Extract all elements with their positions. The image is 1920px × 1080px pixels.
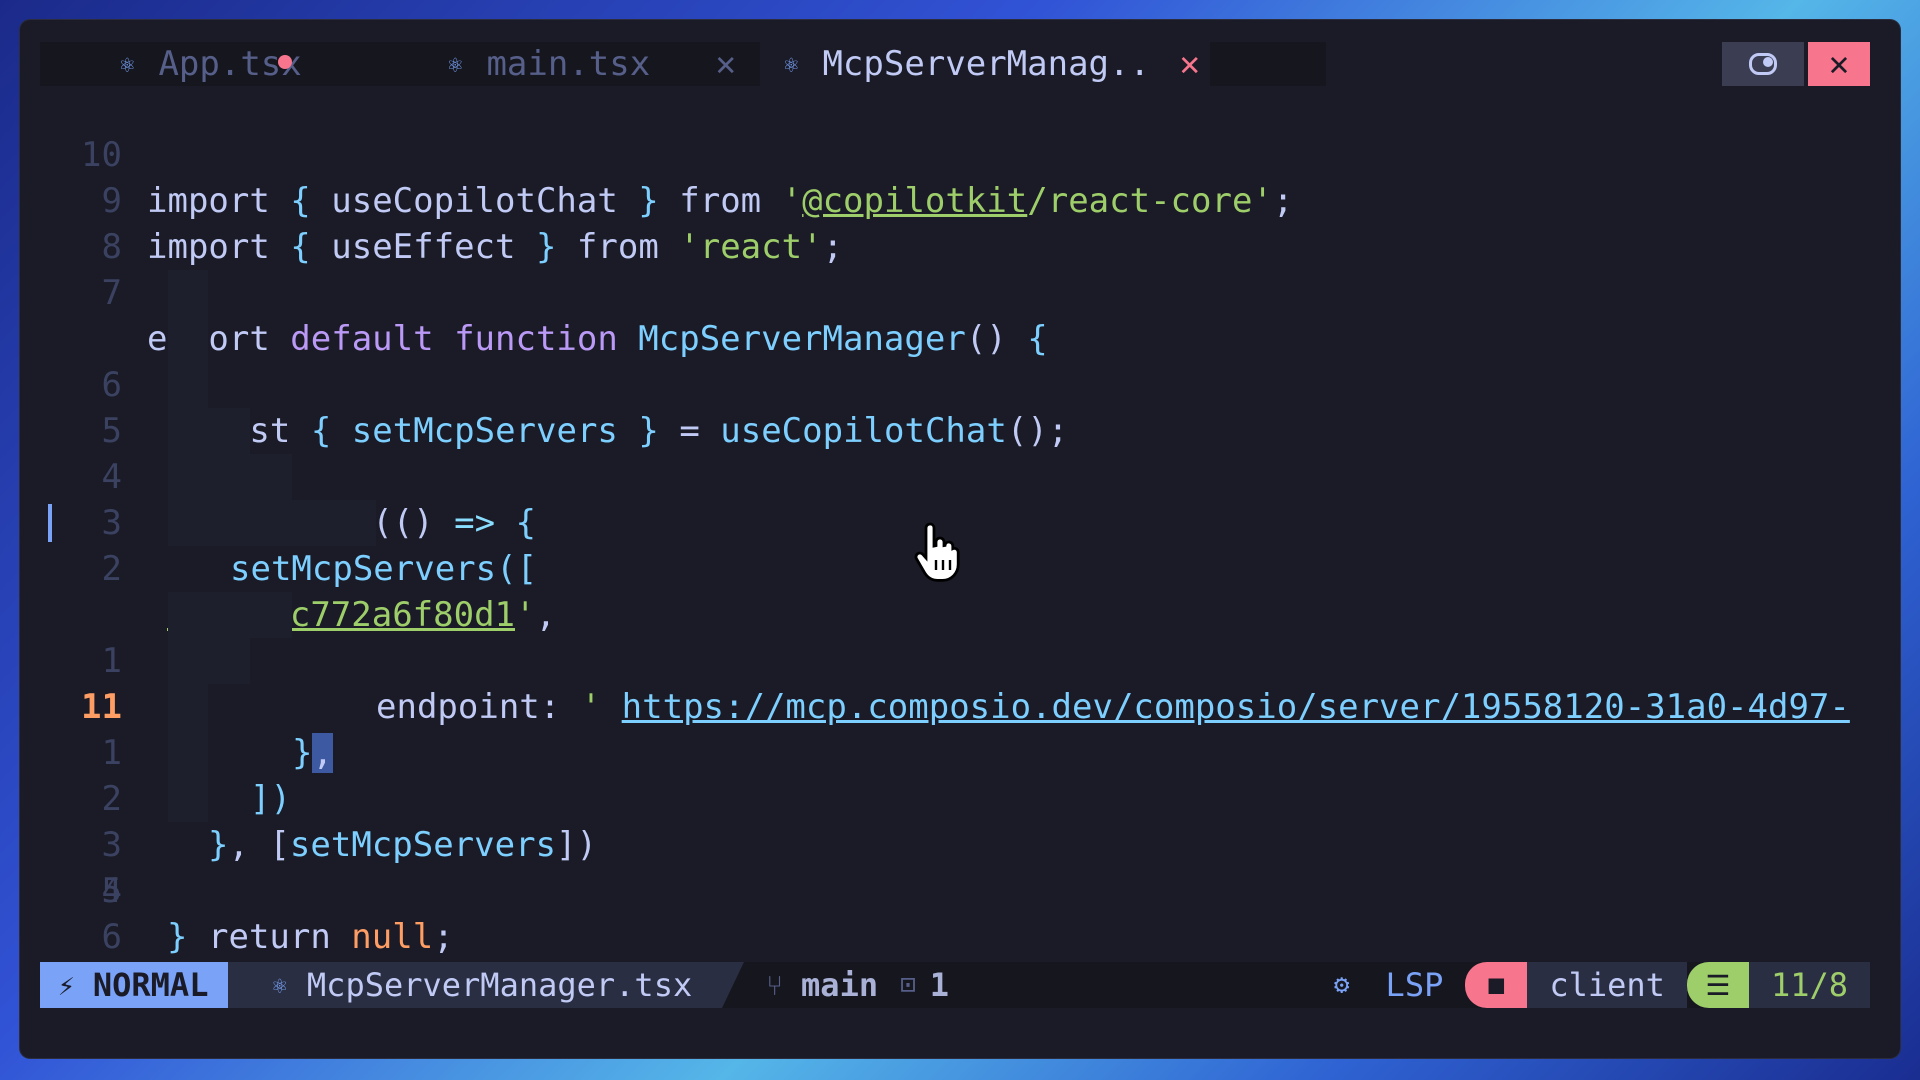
gear-icon: ⚙ — [1333, 970, 1350, 1000]
status-bar: ⚡ NORMAL ⚛ McpServerManager.tsx ⑂ main ⊡… — [40, 962, 1870, 1008]
git-branch[interactable]: ⑂ main ⊡ 1 — [722, 966, 949, 1004]
toggle-button[interactable] — [1722, 42, 1804, 86]
code-line: 3 setMcpServers([ — [20, 408, 1900, 589]
toggle-icon — [1749, 53, 1777, 75]
workspace-name: client — [1527, 962, 1687, 1008]
code-line: 4 useEffect(() => { — [20, 362, 1900, 543]
tab-main-tsx[interactable]: ⚛ main.tsx ✕ — [400, 42, 760, 86]
code-line: 9 import { useEffect } from 'react'; — [20, 132, 1900, 267]
code-line: 2 }, [setMcpServers]) — [20, 684, 1900, 865]
tab-mcpservermanager[interactable]: ⚛ McpServerManag.. ✕ — [760, 42, 1210, 86]
vim-mode-indicator: ⚡ NORMAL — [40, 962, 251, 1008]
react-icon: ⚛ — [120, 50, 135, 78]
tab-label: McpServerManag.. — [822, 44, 1150, 84]
tab-label: main.tsx — [486, 44, 651, 84]
tab-app-tsx[interactable]: ⚛ App.tsx — [40, 42, 400, 86]
git-branch-icon: ⑂ — [766, 968, 784, 1002]
code-line: 7 export default function McpServerManag… — [20, 224, 1900, 359]
lines-icon: ☰ — [1686, 962, 1749, 1008]
git-change-marker — [48, 504, 52, 542]
code-line: 5 } — [20, 822, 1900, 957]
code-line: 4 return null; — [20, 776, 1900, 957]
code-line: 1 ]) — [20, 638, 1900, 819]
folder-icon: ■ — [1465, 962, 1528, 1008]
code-line: 5 — [20, 316, 1900, 451]
cursor-position: 11/8 — [1748, 962, 1870, 1008]
code-line-current: 11 }, — [20, 592, 1900, 773]
status-filename: ⚛ McpServerManager.tsx — [228, 962, 744, 1008]
code-line: 2 { — [20, 454, 1900, 635]
lsp-status[interactable]: LSP — [1386, 966, 1444, 1004]
code-line: 8 — [20, 178, 1900, 267]
close-window-button[interactable]: ✕ — [1808, 42, 1870, 86]
close-icon: ✕ — [1828, 44, 1850, 84]
react-icon: ⚛ — [784, 50, 799, 78]
code-line: 6 const { setMcpServers } = useCopilotCh… — [20, 270, 1900, 451]
vim-icon: ⚡ — [58, 968, 75, 1002]
hand-pointer-icon — [914, 522, 960, 582]
code-line: 3 — [20, 730, 1900, 865]
diagnostics-icon: ⊡ — [900, 970, 916, 1000]
react-icon: ⚛ — [272, 971, 287, 999]
modified-dot-icon — [278, 55, 292, 69]
close-tab-icon[interactable]: ✕ — [716, 42, 736, 86]
line-number: 6 — [101, 917, 122, 957]
tab-bar: ⚛ App.tsx ⚛ main.tsx ✕ ⚛ McpServerManag.… — [40, 42, 1870, 86]
code-editor[interactable]: 10 import { useCopilotChat } from '@copi… — [20, 86, 1900, 957]
react-icon: ⚛ — [448, 50, 463, 78]
code-line: 10 import { useCopilotChat } from '@copi… — [20, 86, 1900, 221]
code-line: 6 — [20, 868, 1900, 957]
close-tab-icon[interactable]: ✕ — [1180, 42, 1200, 86]
